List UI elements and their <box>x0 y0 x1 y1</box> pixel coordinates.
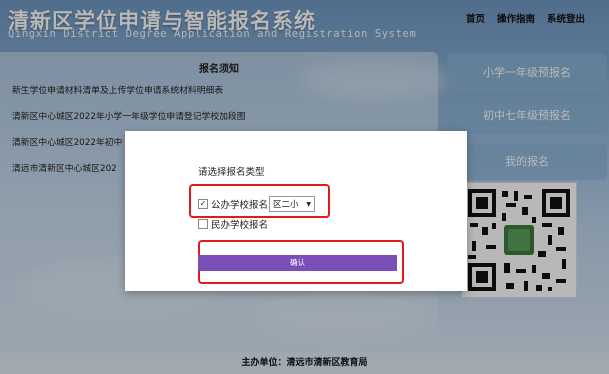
registration-type-prompt: 请选择报名类型 <box>198 167 265 178</box>
public-school-label: 公办学校报名 <box>211 200 269 211</box>
private-school-checkbox[interactable] <box>198 219 208 229</box>
registration-type-dialog: 请选择报名类型 ✓ 公办学校报名 区二小 ▼ 民办学校报名 确认 <box>125 131 467 291</box>
confirm-button[interactable]: 确认 <box>198 255 397 271</box>
school-select-value: 区二小 <box>273 200 299 210</box>
public-school-checkbox[interactable]: ✓ <box>198 199 208 209</box>
private-school-option[interactable]: 民办学校报名 <box>198 217 268 231</box>
school-select[interactable]: 区二小 ▼ <box>269 196 316 212</box>
dropdown-arrow-icon: ▼ <box>306 200 312 208</box>
public-school-option[interactable]: ✓ 公办学校报名 区二小 ▼ <box>198 196 316 212</box>
private-school-label: 民办学校报名 <box>211 220 269 231</box>
